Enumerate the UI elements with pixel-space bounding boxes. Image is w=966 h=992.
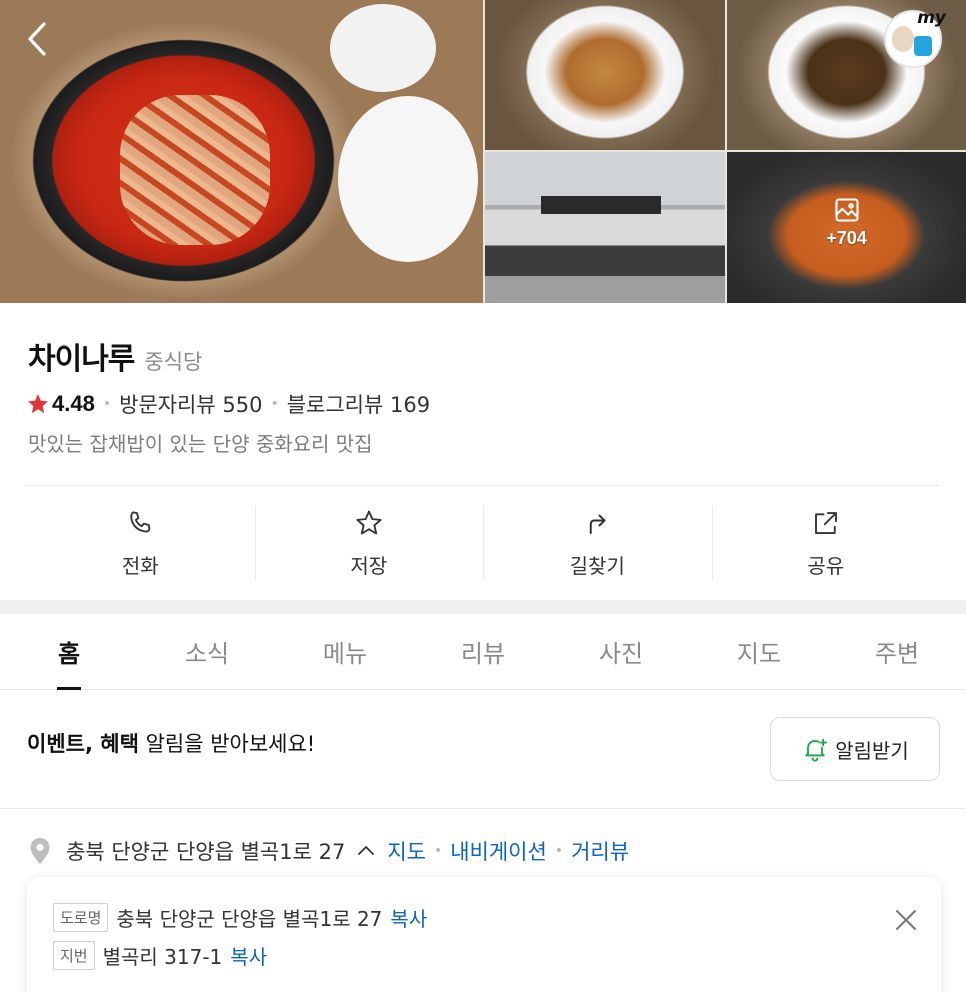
street-view-link[interactable]: 거리뷰 (571, 836, 629, 866)
lot-address: 별곡리 317-1 (102, 945, 223, 969)
directions-icon (590, 514, 606, 534)
blog-reviews-link[interactable]: 블로그리뷰 169 (287, 389, 430, 419)
noodle-topping (120, 95, 270, 245)
gallery-main-photo[interactable] (0, 0, 483, 303)
address-text: 충북 단양군 단양읍 별곡1로 27 (66, 840, 346, 864)
photo-gallery[interactable]: +704 my (0, 0, 966, 303)
notification-text-bold: 이벤트, 혜택 (27, 732, 139, 756)
notification-text: 이벤트, 혜택 알림을 받아보세요! (27, 728, 315, 758)
road-address-line: 도로명 충북 단양군 단양읍 별곡1로 27 복사 (53, 903, 427, 932)
cup-icon (914, 36, 932, 56)
visitor-reviews-link[interactable]: 방문자리뷰 550 (119, 389, 262, 419)
lot-address-line: 지번 별곡리 317-1 복사 (53, 941, 267, 970)
side-dish-bowl (338, 96, 478, 262)
side-dish-plate (330, 4, 436, 92)
copy-road-address-button[interactable]: 복사 (390, 903, 427, 932)
close-icon[interactable] (891, 905, 921, 935)
back-icon[interactable] (22, 20, 52, 58)
action-label: 전화 (121, 553, 159, 578)
directions-button[interactable]: 길찾기 (483, 486, 712, 600)
place-name: 차이나루 (28, 342, 135, 377)
tab-menu[interactable]: 메뉴 (276, 614, 414, 689)
title-row: 차이나루 중식당 (28, 334, 202, 378)
share-button[interactable]: 공유 (711, 486, 941, 600)
address-detail-card: 도로명 충북 단양군 단양읍 별곡1로 27 복사 지번 별곡리 317-1 복… (27, 877, 941, 992)
section-gap (0, 600, 966, 614)
gallery-photo-1[interactable] (485, 0, 725, 150)
my-profile-button[interactable]: my (884, 8, 946, 68)
bell-plus-icon (805, 738, 828, 762)
lot-address-tag: 지번 (53, 941, 95, 970)
separator-dot: • (102, 396, 112, 412)
separator-dot: • (270, 396, 279, 412)
star-icon (28, 394, 48, 414)
tab-map[interactable]: 지도 (690, 614, 828, 689)
tab-home[interactable]: 홈 (0, 614, 138, 690)
image-icon (834, 198, 859, 222)
share-icon (814, 511, 837, 534)
place-description: 맛있는 잡채밥이 있는 단양 중화요리 맛집 (28, 432, 373, 456)
map-link[interactable]: 지도 (387, 836, 426, 866)
photo-count: +704 (826, 228, 867, 248)
tab-photos[interactable]: 사진 (552, 614, 690, 689)
storefront-sign (541, 196, 661, 214)
call-button[interactable]: 전화 (26, 486, 255, 600)
avatar (892, 26, 914, 52)
stats-row: 4.48 • 방문자리뷰 550 • 블로그리뷰 169 (26, 389, 430, 419)
tab-nearby[interactable]: 주변 (828, 614, 966, 689)
action-label: 길찾기 (569, 553, 625, 578)
road-address: 충북 단양군 단양읍 별곡1로 27 (116, 907, 383, 931)
action-label: 공유 (807, 553, 845, 578)
save-button[interactable]: 저장 (254, 486, 484, 600)
chevron-up-icon[interactable] (355, 840, 377, 862)
place-category: 중식당 (144, 350, 203, 374)
gallery-photo-storefront[interactable] (485, 152, 725, 303)
action-label: 저장 (350, 553, 388, 578)
subscribe-alarm-button[interactable]: 알림받기 (770, 717, 940, 781)
action-bar: 전화 저장 길찾기 공유 (26, 486, 940, 600)
separator-dot: • (433, 843, 443, 859)
copy-lot-address-button[interactable]: 복사 (230, 941, 267, 970)
notification-banner: 이벤트, 혜택 알림을 받아보세요! 알림받기 (0, 691, 966, 809)
photo-count-overlay[interactable]: +704 (727, 152, 966, 303)
address-row: 충북 단양군 단양읍 별곡1로 27 지도 • 내비게이션 • 거리뷰 (28, 836, 629, 866)
tab-news[interactable]: 소식 (138, 614, 276, 689)
my-label: my (917, 8, 946, 28)
phone-icon (130, 510, 151, 532)
tab-reviews[interactable]: 리뷰 (414, 614, 552, 689)
road-address-tag: 도로명 (53, 903, 109, 932)
separator-dot: • (554, 843, 564, 859)
notification-text-rest: 알림을 받아보세요! (138, 732, 316, 756)
location-pin-icon (30, 838, 50, 864)
star-outline-icon (356, 510, 382, 534)
rating-value: 4.48 (52, 391, 95, 416)
navigation-link[interactable]: 내비게이션 (450, 836, 547, 866)
subscribe-alarm-label: 알림받기 (835, 738, 909, 763)
tab-bar: 홈 소식 메뉴 리뷰 사진 지도 주변 (0, 614, 966, 690)
